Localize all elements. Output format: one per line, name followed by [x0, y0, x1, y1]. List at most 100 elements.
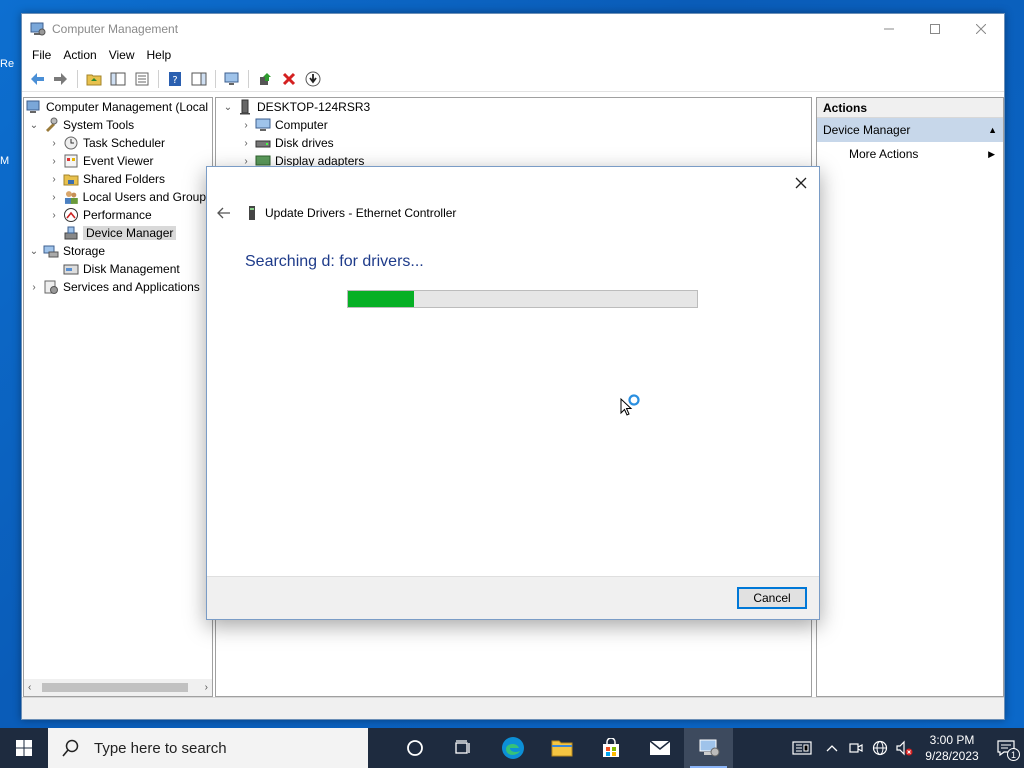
services-icon: [44, 280, 58, 294]
chevron-down-icon[interactable]: ⌄: [28, 245, 40, 257]
disable-device-button[interactable]: [302, 68, 324, 90]
tree-item-system-tools[interactable]: ⌄ System Tools: [24, 116, 212, 134]
more-actions-item[interactable]: More Actions ▶: [817, 142, 1003, 166]
task-view-icon: [454, 740, 470, 754]
desktop-icon-fragment[interactable]: Re: [0, 58, 22, 70]
scroll-right-icon[interactable]: ›: [205, 682, 208, 693]
tree-root-label: Computer Management (Local: [46, 100, 209, 114]
chevron-right-icon[interactable]: ›: [48, 155, 60, 167]
search-progress-bar: [347, 290, 698, 308]
chevron-right-icon[interactable]: ›: [240, 119, 252, 131]
computer-management-taskbar-button[interactable]: [684, 728, 733, 768]
tree-item-disk-management[interactable]: Disk Management: [24, 260, 212, 278]
minimize-button[interactable]: [866, 14, 912, 44]
show-hidden-icons-button[interactable]: [820, 728, 844, 768]
chevron-right-icon[interactable]: ›: [48, 191, 60, 203]
close-window-button[interactable]: [958, 14, 1004, 44]
menu-file[interactable]: File: [26, 48, 57, 62]
notifications-button[interactable]: 1: [988, 728, 1024, 768]
tree-item-device-manager[interactable]: Device Manager: [24, 224, 212, 242]
show-action-pane-button[interactable]: [188, 68, 210, 90]
collapse-up-icon[interactable]: ▲: [988, 125, 997, 135]
progress-fill: [348, 291, 415, 307]
tools-icon: [46, 117, 58, 132]
desktop-icon-fragment[interactable]: M: [0, 155, 22, 167]
network-icon[interactable]: [868, 728, 892, 768]
show-hide-console-tree-button[interactable]: [107, 68, 129, 90]
console-tree-icon: [110, 72, 126, 85]
file-explorer-button[interactable]: [537, 728, 586, 768]
list-icon: [135, 72, 149, 85]
scan-hardware-button[interactable]: [221, 68, 243, 90]
horizontal-scrollbar[interactable]: ‹ ›: [24, 679, 212, 696]
folder-icon: [551, 740, 572, 757]
dialog-back-button[interactable]: [215, 204, 233, 222]
taskbar-search-box[interactable]: Type here to search: [48, 728, 368, 768]
menu-view[interactable]: View: [103, 48, 141, 62]
cortana-button[interactable]: [390, 728, 439, 768]
computer-name: DESKTOP-124RSR3: [257, 100, 371, 114]
scrollbar-thumb[interactable]: [42, 683, 188, 692]
update-drivers-dialog: Update Drivers - Ethernet Controller Sea…: [206, 166, 820, 620]
actions-section-device-manager[interactable]: Device Manager ▲: [817, 118, 1003, 142]
tree-root[interactable]: Computer Management (Local: [24, 98, 212, 116]
tree-item-shared-folders[interactable]: › Shared Folders: [24, 170, 212, 188]
performance-icon: [64, 208, 78, 222]
chevron-down-icon[interactable]: ⌄: [28, 119, 40, 131]
device-category-disk-drives[interactable]: › Disk drives: [216, 134, 811, 152]
tree-item-event-viewer[interactable]: › Event Viewer: [24, 152, 212, 170]
update-driver-button[interactable]: [254, 68, 276, 90]
chevron-down-icon[interactable]: ⌄: [222, 101, 234, 113]
tree-item-label: Performance: [83, 208, 152, 222]
help-button[interactable]: ?: [164, 68, 186, 90]
back-arrow-icon: [217, 207, 230, 219]
device-tree-root[interactable]: ⌄ DESKTOP-124RSR3: [216, 98, 811, 116]
dialog-close-button[interactable]: [791, 173, 811, 193]
chevron-right-icon[interactable]: ›: [28, 281, 40, 293]
up-folder-button[interactable]: [83, 68, 105, 90]
chevron-right-icon[interactable]: ›: [48, 173, 60, 185]
device-category-computer[interactable]: › Computer: [216, 116, 811, 134]
disk-management-icon: [63, 264, 79, 275]
tree-item-storage[interactable]: ⌄ Storage: [24, 242, 212, 260]
menu-help[interactable]: Help: [141, 48, 178, 62]
maximize-button[interactable]: [912, 14, 958, 44]
device-manager-icon: [64, 226, 78, 240]
edge-browser-button[interactable]: [488, 728, 537, 768]
chevron-right-icon[interactable]: ›: [48, 137, 60, 149]
chevron-right-icon[interactable]: ›: [48, 209, 60, 221]
microsoft-store-button[interactable]: [586, 728, 635, 768]
tree-item-local-users-and-groups[interactable]: › Local Users and Groups: [24, 188, 212, 206]
start-button[interactable]: [0, 728, 48, 768]
meet-now-icon[interactable]: [844, 728, 868, 768]
dialog-header: Update Drivers - Ethernet Controller: [215, 203, 456, 223]
computer-tower-icon: [240, 99, 250, 115]
windows-logo-icon: [16, 740, 32, 756]
forward-button[interactable]: [50, 68, 72, 90]
tree-item-label: Task Scheduler: [83, 136, 166, 150]
tree-item-services-and-applications[interactable]: › Services and Applications: [24, 278, 212, 296]
scroll-left-icon[interactable]: ‹: [28, 682, 31, 693]
back-button[interactable]: [26, 68, 48, 90]
title-bar[interactable]: Computer Management: [22, 14, 1004, 44]
tree-item-performance[interactable]: › Performance: [24, 206, 212, 224]
menu-bar: File Action View Help: [22, 44, 1004, 66]
notification-count-badge: 1: [1007, 748, 1020, 761]
cancel-button[interactable]: Cancel: [737, 587, 807, 609]
computer-management-icon: [30, 22, 46, 36]
mail-button[interactable]: [635, 728, 684, 768]
edge-browser-icon: [501, 737, 524, 759]
action-center-app-icon[interactable]: [784, 728, 820, 768]
volume-icon[interactable]: [892, 728, 916, 768]
chevron-right-icon[interactable]: ›: [240, 137, 252, 149]
export-list-button[interactable]: [131, 68, 153, 90]
taskbar-clock[interactable]: 3:00 PM 9/28/2023: [916, 732, 988, 764]
task-view-button[interactable]: [439, 728, 488, 768]
tree-item-label: System Tools: [63, 118, 135, 132]
tree-item-task-scheduler[interactable]: › Task Scheduler: [24, 134, 212, 152]
toolbar-separator: [215, 69, 216, 88]
menu-action[interactable]: Action: [57, 48, 102, 62]
console-tree: Computer Management (Local ⌄ System Tool…: [23, 97, 213, 697]
uninstall-device-button[interactable]: [278, 68, 300, 90]
